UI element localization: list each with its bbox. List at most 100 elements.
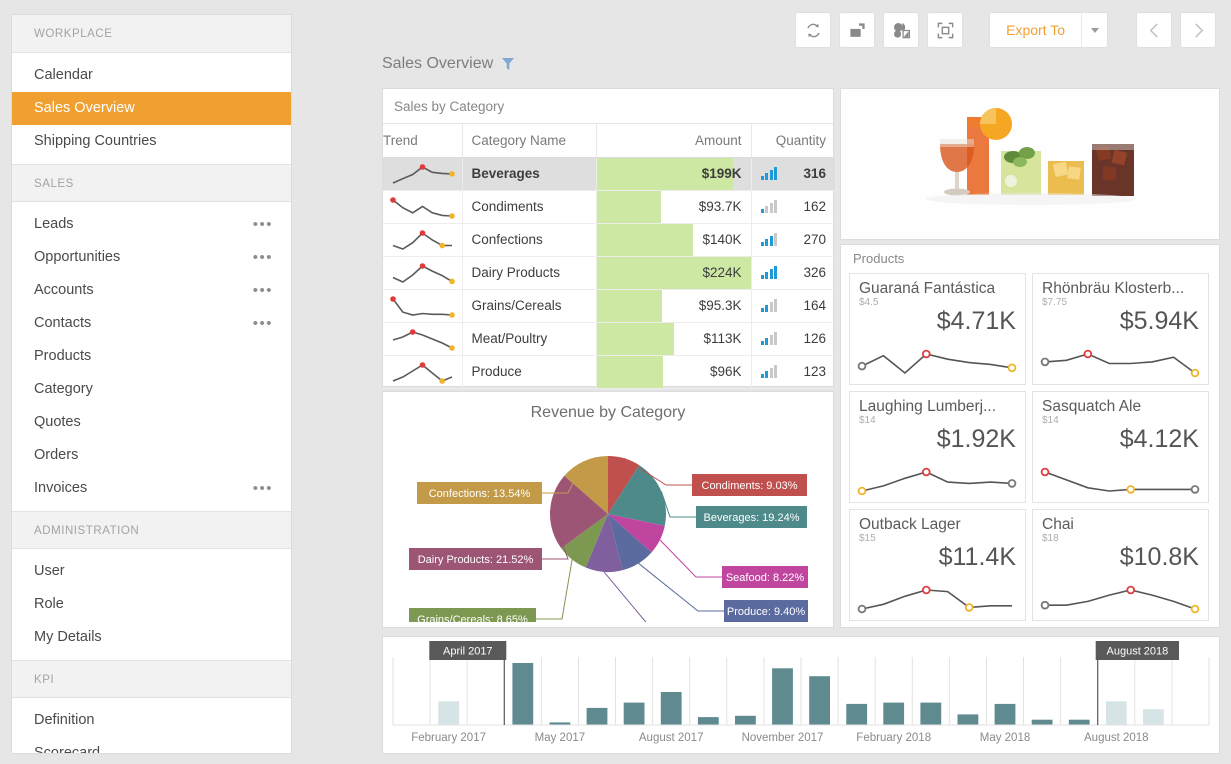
sidebar-item-accounts[interactable]: Accounts ••• (12, 274, 291, 307)
category-name-cell: Beverages (462, 157, 597, 191)
sidebar-item-contacts[interactable]: Contacts ••• (12, 307, 291, 340)
table-row[interactable]: Beverages $199K 316 (383, 157, 835, 191)
timeline-range-panel[interactable]: April 2017 August 2018 February 2017 May 20… (382, 636, 1220, 754)
toolbar: Export To (795, 12, 1216, 48)
quantity-cell: 123 (751, 355, 835, 389)
signal-bar (769, 269, 773, 279)
page-title-row: Sales Overview (382, 55, 515, 73)
table-row[interactable]: Grains/Cereals $95.3K 164 (383, 289, 835, 323)
product-name: Chai (1042, 516, 1074, 533)
quantity-wrap: 164 (760, 290, 826, 322)
table-row[interactable]: Meat/Poultry $113K 126 (383, 322, 835, 356)
sidebar-item-opportunities[interactable]: Opportunities ••• (12, 241, 291, 274)
product-card[interactable]: Chai $18 $10.8K (1032, 509, 1209, 621)
sidebar-group-sales: SALES (12, 164, 291, 202)
product-card[interactable]: Laughing Lumberj... $14 $1.92K (849, 391, 1026, 503)
timeline-bar[interactable] (697, 717, 719, 725)
svg-text:Condiments: 9.03%: Condiments: 9.03% (702, 480, 798, 492)
product-name: Rhönbräu Klosterb... (1042, 280, 1185, 297)
export-control: Export To (989, 12, 1108, 48)
sidebar-item-more-icon[interactable]: ••• (253, 274, 273, 307)
timeline-tick-label: November 2017 (742, 732, 824, 744)
column-header-amount[interactable]: Amount (596, 124, 752, 158)
table-row[interactable]: Confections $140K 270 (383, 223, 835, 257)
timeline-bar[interactable] (1143, 709, 1164, 725)
signal-bar (765, 206, 768, 213)
category-name-cell: Condiments (462, 190, 597, 224)
refresh-button[interactable] (795, 12, 832, 48)
category-name-cell: Produce (462, 355, 597, 389)
timeline-bar[interactable] (1031, 719, 1053, 725)
column-header-quantity[interactable]: Quantity (751, 124, 835, 158)
products-panel: Products Guaraná Fantástica $4.5 $4.71K Rhö… (840, 244, 1220, 628)
product-sparkline (1040, 467, 1200, 494)
filter-icon[interactable] (502, 57, 515, 71)
product-card[interactable]: Outback Lager $15 $11.4K (849, 509, 1026, 621)
export-to-button[interactable]: Export To (990, 13, 1081, 47)
quantity-wrap: 162 (760, 191, 826, 223)
sidebar-item-orders[interactable]: Orders (12, 439, 291, 472)
timeline-bar[interactable] (586, 707, 608, 725)
product-card[interactable]: Guaraná Fantástica $4.5 $4.71K (849, 273, 1026, 385)
sidebar-item-user[interactable]: User (12, 555, 291, 588)
next-page-button[interactable] (1180, 12, 1216, 48)
sidebar-item-products[interactable]: Products (12, 340, 291, 373)
timeline-bar[interactable] (772, 668, 793, 725)
sidebar-item-leads[interactable]: Leads ••• (12, 208, 291, 241)
trend-sparkline (392, 262, 455, 284)
timeline-bar[interactable] (957, 714, 979, 725)
sidebar-item-more-icon[interactable]: ••• (253, 472, 273, 505)
product-sparkline-wrap (850, 344, 1025, 380)
theme-button[interactable] (883, 12, 920, 48)
panel-caption: Sales by Category (383, 89, 833, 124)
timeline-bar[interactable] (512, 663, 534, 725)
signal-bars-icon (760, 200, 777, 213)
sidebar-item-quotes[interactable]: Quotes (12, 406, 291, 439)
timeline-bar[interactable] (846, 703, 868, 725)
sidebar-item-more-icon[interactable]: ••• (253, 307, 273, 340)
sidebar-item-more-icon[interactable]: ••• (253, 241, 273, 274)
chevron-down-icon (1090, 27, 1099, 33)
sidebar-item-definition[interactable]: Definition (12, 704, 291, 737)
timeline-bar[interactable] (1068, 719, 1090, 725)
sidebar-item-my-details[interactable]: My Details (12, 621, 291, 654)
export-dropdown-toggle[interactable] (1081, 13, 1107, 47)
table-row[interactable]: Dairy Products $224K 326 (383, 256, 835, 290)
range-selector-chart[interactable]: April 2017 August 2018 February 2017 May 20… (383, 637, 1219, 753)
timeline-bar[interactable] (1105, 701, 1127, 725)
timeline-bar[interactable] (809, 676, 830, 725)
product-sparkline-wrap (1033, 462, 1208, 498)
category-name-cell: Grains/Cereals (462, 289, 597, 323)
svg-text:April 2017: April 2017 (443, 646, 493, 658)
trend-sparkline (392, 361, 453, 384)
sidebar-item-sales-overview[interactable]: Sales Overview (12, 92, 291, 125)
signal-bar (765, 371, 768, 378)
product-card[interactable]: Rhönbräu Klosterb... $7.75 $5.94K (1032, 273, 1209, 385)
sidebar-item-shipping-countries[interactable]: Shipping Countries (12, 125, 291, 158)
product-name: Laughing Lumberj... (859, 398, 997, 415)
product-total: $1.92K (936, 425, 1016, 453)
timeline-bar[interactable] (883, 702, 905, 725)
table-row[interactable]: Condiments $93.7K 162 (383, 190, 835, 224)
timeline-bar[interactable] (438, 701, 460, 725)
sidebar-item-category[interactable]: Category (12, 373, 291, 406)
sidebar-item-more-icon[interactable]: ••• (253, 208, 273, 241)
sidebar-item-invoices[interactable]: Invoices ••• (12, 472, 291, 505)
sidebar-item-calendar[interactable]: Calendar (12, 59, 291, 92)
timeline-bar[interactable] (994, 703, 1016, 725)
column-header-trend[interactable]: Trend (383, 124, 463, 158)
timeline-bar[interactable] (920, 702, 942, 725)
timeline-bar[interactable] (735, 715, 756, 725)
sidebar-item-role[interactable]: Role (12, 588, 291, 621)
timeline-bar[interactable] (623, 702, 645, 725)
prev-page-button[interactable] (1136, 12, 1172, 48)
range-handle-label: April 2017 (429, 641, 507, 660)
fullscreen-button[interactable] (927, 12, 964, 48)
product-card[interactable]: Sasquatch Ale $14 $4.12K (1032, 391, 1209, 503)
sidebar-item-scorecard[interactable]: Scorecard (12, 737, 291, 753)
column-header-category-name[interactable]: Category Name (462, 124, 597, 158)
table-row[interactable]: Produce $96K 123 (383, 355, 835, 389)
timeline-tick-label: May 2017 (535, 732, 586, 744)
timeline-bar[interactable] (660, 692, 682, 725)
print-button[interactable] (839, 12, 876, 48)
